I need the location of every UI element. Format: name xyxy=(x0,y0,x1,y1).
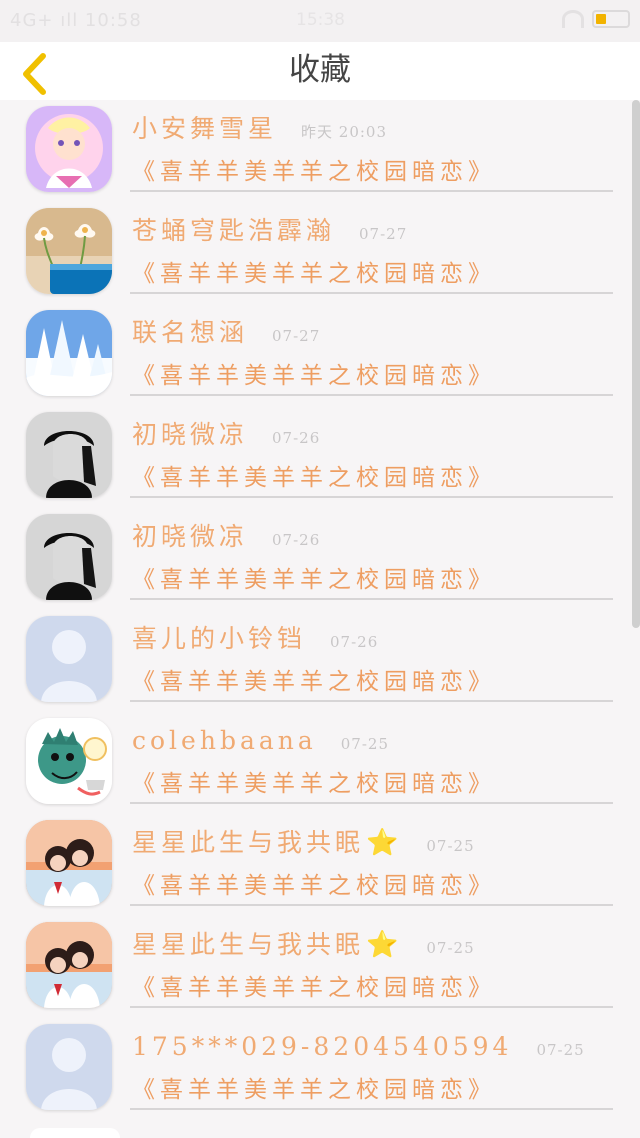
wifi-icon xyxy=(562,10,584,28)
favorite-row[interactable]: 星星此生与我共眠⭐ 07-25 《喜羊羊美羊羊之校园暗恋》 xyxy=(0,814,640,916)
favorite-row[interactable]: 星星此生与我共眠⭐ 07-25 《喜羊羊美羊羊之校园暗恋》 xyxy=(0,916,640,1018)
favorite-row[interactable]: 喜儿的小铃铛 07-26 《喜羊羊美羊羊之校园暗恋》 xyxy=(0,610,640,712)
book-title: 《喜羊羊美羊羊之校园暗恋》 xyxy=(132,1077,496,1103)
username: 初晓微凉 xyxy=(132,522,249,551)
star-icon: ⭐ xyxy=(366,828,403,858)
status-icons xyxy=(562,10,630,28)
favorite-date: 07-27 xyxy=(272,327,321,345)
favorite-date: 07-27 xyxy=(359,225,408,243)
row-divider xyxy=(130,700,613,702)
book-title: 《喜羊羊美羊羊之校园暗恋》 xyxy=(132,975,496,1001)
couple-sunset-avatar-icon xyxy=(26,922,112,1008)
username: 小安舞雪星 xyxy=(132,114,278,143)
battery-icon xyxy=(592,10,630,28)
book-title: 《喜羊羊美羊羊之校园暗恋》 xyxy=(132,567,496,593)
status-bar: 4G+ ıll 10:58 15:38 xyxy=(0,0,640,42)
username: 星星此生与我共眠⭐ xyxy=(132,928,402,962)
row-divider xyxy=(130,904,613,906)
row-divider xyxy=(130,496,613,498)
favorite-date: 07-25 xyxy=(426,939,475,957)
favorite-date: 07-26 xyxy=(272,429,321,447)
favorite-row[interactable]: 175***029-8204540594 07-25 《喜羊羊美羊羊之校园暗恋》 xyxy=(0,1018,640,1120)
vertical-scrollbar[interactable] xyxy=(632,100,640,628)
username: 喜儿的小铃铛 xyxy=(132,624,307,653)
page-title: 收藏 xyxy=(289,52,351,88)
username: 苍蛹穹匙浩霹瀚 xyxy=(132,216,336,245)
top-navigation-bar: 收藏 xyxy=(0,42,640,100)
snow-trees-avatar-icon xyxy=(26,310,112,396)
status-time: 15:38 xyxy=(296,10,345,30)
favorite-date: 07-25 xyxy=(340,735,390,753)
row-divider xyxy=(130,292,613,294)
book-title: 《喜羊羊美羊羊之校园暗恋》 xyxy=(132,363,496,389)
favorite-row[interactable]: 苍蛹穹匙浩霹瀚 07-27 《喜羊羊美羊羊之校园暗恋》 xyxy=(0,202,640,304)
book-title: 《喜羊羊美羊羊之校园暗恋》 xyxy=(132,261,496,287)
favorite-date: 昨天 20:03 xyxy=(301,123,388,141)
couple-sunset-avatar-icon xyxy=(26,820,112,906)
anime-avatar-icon xyxy=(26,106,112,192)
favorite-date: 07-25 xyxy=(426,837,475,855)
row-divider xyxy=(130,394,613,396)
favorite-row[interactable]: 初晓微凉 07-26 《喜羊羊美羊羊之校园暗恋》 xyxy=(0,406,640,508)
book-title: 《喜羊羊美羊羊之校园暗恋》 xyxy=(132,159,496,185)
row-divider xyxy=(130,598,613,600)
dinosaur-avatar-icon xyxy=(26,718,112,804)
username-text: 星星此生与我共眠 xyxy=(132,930,365,959)
favorite-date: 07-26 xyxy=(330,633,379,651)
book-title: 《喜羊羊美羊羊之校园暗恋》 xyxy=(132,669,496,695)
star-icon: ⭐ xyxy=(366,930,403,960)
favorites-list[interactable]: 小安舞雪星 昨天 20:03 《喜羊羊美羊羊之校园暗恋》 苍蛹穹匙浩霹瀚 07-… xyxy=(0,100,640,1138)
favorite-date: 07-26 xyxy=(272,531,321,549)
person-cap-avatar-icon xyxy=(26,514,112,600)
person-cap-avatar-icon xyxy=(26,412,112,498)
row-divider xyxy=(130,1006,613,1008)
username: colehbaana xyxy=(132,726,317,755)
default-user-avatar-icon xyxy=(26,616,112,702)
username: 175***029-8204540594 xyxy=(132,1032,513,1061)
favorite-row[interactable]: 小安舞雪星 昨天 20:03 《喜羊羊美羊羊之校园暗恋》 xyxy=(0,100,640,202)
row-divider xyxy=(130,190,613,192)
book-title: 《喜羊羊美羊羊之校园暗恋》 xyxy=(132,771,496,797)
default-user-avatar-icon xyxy=(26,1024,112,1110)
row-divider xyxy=(130,1108,613,1110)
username-text: 星星此生与我共眠 xyxy=(132,828,365,857)
favorite-row[interactable]: colehbaana 07-25 《喜羊羊美羊羊之校园暗恋》 xyxy=(0,712,640,814)
next-row-edge xyxy=(30,1128,120,1138)
favorite-row[interactable]: 联名想涵 07-27 《喜羊羊美羊羊之校园暗恋》 xyxy=(0,304,640,406)
status-left-text: 4G+ ıll 10:58 xyxy=(10,10,142,31)
username: 星星此生与我共眠⭐ xyxy=(132,826,402,860)
flower-avatar-icon xyxy=(26,208,112,294)
username: 初晓微凉 xyxy=(132,420,249,449)
favorite-row[interactable]: 初晓微凉 07-26 《喜羊羊美羊羊之校园暗恋》 xyxy=(0,508,640,610)
book-title: 《喜羊羊美羊羊之校园暗恋》 xyxy=(132,873,496,899)
row-divider xyxy=(130,802,613,804)
username: 联名想涵 xyxy=(132,318,249,347)
book-title: 《喜羊羊美羊羊之校园暗恋》 xyxy=(132,465,496,491)
favorite-date: 07-25 xyxy=(536,1041,585,1059)
